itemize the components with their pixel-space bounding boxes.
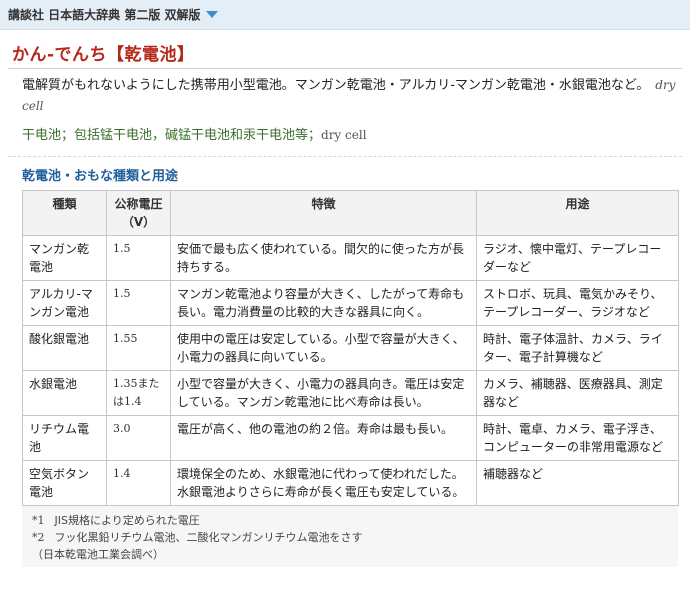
note-1-mark: *1	[32, 514, 45, 527]
definition-text: 電解質がもれないようにした携帯用小型電池。マンガン乾電池・アルカリ-マンガン乾電…	[22, 78, 650, 93]
cell-uses: ラジオ、懐中電灯、テープレコーダーなど	[476, 235, 679, 281]
cell-features: 電圧が高く、他の電池の約２倍。寿命は最も長い。	[170, 415, 477, 461]
section-title: 乾電池・おもな種類と用途	[22, 169, 179, 184]
cell-uses: カメラ、補聴器、医療器具、測定器など	[476, 370, 679, 416]
table-row: アルカリ-マンガン電池 1.5 マンガン乾電池より容量が大きく、したがって寿命も…	[22, 280, 679, 326]
header-type: 種類	[22, 190, 107, 236]
cell-voltage: 1.5	[106, 280, 171, 326]
dictionary-header: 講談社 日本語大辞典 第二版 双解版	[0, 0, 690, 30]
cell-voltage: 1.4	[106, 460, 171, 506]
cell-type: 空気ボタン電池	[22, 460, 107, 506]
cell-features: マンガン乾電池より容量が大きく、したがって寿命も長い。電力消費量の比較的大きな器…	[170, 280, 477, 326]
cell-features: 使用中の電圧は安定している。小型で容量が大きく、小電力の器具に向いている。	[170, 325, 477, 371]
note-2: *2 フッ化黒鉛リチウム電池、二酸化マンガンリチウム電池をさす	[32, 529, 678, 546]
table-header-row: 種類 公称電圧（V） 特徴 用途	[22, 190, 679, 236]
table-row: 酸化銀電池 1.55 使用中の電圧は安定している。小型で容量が大きく、小電力の器…	[22, 325, 679, 371]
chinese-english: dry cell	[321, 128, 367, 142]
section-divider	[8, 156, 682, 157]
cell-voltage: 1.35または1.4	[106, 370, 171, 416]
note-source: （日本乾電池工業会調べ）	[32, 548, 164, 561]
cell-features: 小型で容量が大きく、小電力の器具向き。電圧は安定している。マンガン乾電池に比べ寿…	[170, 370, 477, 416]
cell-uses: 時計、電卓、カメラ、電子浮き、コンピューターの非常用電源など	[476, 415, 679, 461]
table-row: リチウム電池 3.0 電圧が高く、他の電池の約２倍。寿命は最も長い。 時計、電卓…	[22, 415, 679, 461]
chinese-text: 干电池；包括锰干电池，碱锰干电池和汞干电池等；	[22, 128, 322, 143]
header-uses: 用途	[476, 190, 679, 236]
divider	[8, 68, 682, 69]
table-notes: *1 JIS規格により定められた電圧 *2 フッ化黒鉛リチウム電池、二酸化マンガンリ…	[22, 506, 678, 567]
cell-features: 環境保全のため、水銀電池に代わって使われだした。水銀電池よりさらに寿命が長く電圧…	[170, 460, 477, 506]
cell-uses: 補聴器など	[476, 460, 679, 506]
table-row: 空気ボタン電池 1.4 環境保全のため、水銀電池に代わって使われだした。水銀電池…	[22, 460, 679, 506]
cell-uses: ストロボ、玩具、電気かみそり、テープレコーダー、ラジオなど	[476, 280, 679, 326]
cell-voltage: 1.5	[106, 235, 171, 281]
cell-type: アルカリ-マンガン電池	[22, 280, 107, 326]
cell-type: 酸化銀電池	[22, 325, 107, 371]
table-row: マンガン乾電池 1.5 安価で最も広く使われている。間欠的に使った方が長持ちする…	[22, 235, 679, 281]
cell-voltage: 1.55	[106, 325, 171, 371]
chinese-definition: 干电池；包括锰干电池，碱锰干电池和汞干电池等；dry cell	[22, 125, 676, 146]
entry-headword: かん-でんち【乾電池】	[12, 45, 195, 65]
dictionary-name: 講談社 日本語大辞典 第二版 双解版	[8, 8, 201, 22]
table-row: 水銀電池 1.35または1.4 小型で容量が大きく、小電力の器具向き。電圧は安定…	[22, 370, 679, 416]
cell-type: リチウム電池	[22, 415, 107, 461]
note-2-text: フッ化黒鉛リチウム電池、二酸化マンガンリチウム電池をさす	[54, 531, 363, 544]
header-voltage: 公称電圧（V）	[106, 190, 171, 236]
japanese-definition: 電解質がもれないようにした携帯用小型電池。マンガン乾電池・アルカリ-マンガン乾電…	[22, 75, 676, 117]
chevron-down-icon[interactable]	[205, 11, 218, 18]
cell-voltage: 3.0	[106, 415, 171, 461]
note-1: *1 JIS規格により定められた電圧	[32, 512, 678, 529]
note-1-text: JIS規格により定められた電圧	[54, 514, 200, 527]
header-features: 特徴	[170, 190, 477, 236]
cell-type: マンガン乾電池	[22, 235, 107, 281]
note-2-mark: *2	[32, 531, 45, 544]
cell-uses: 時計、電子体温計、カメラ、ライター、電子計算機など	[476, 325, 679, 371]
cell-features: 安価で最も広く使われている。間欠的に使った方が長持ちする。	[170, 235, 477, 281]
cell-type: 水銀電池	[22, 370, 107, 416]
battery-table: 種類 公称電圧（V） 特徴 用途 マンガン乾電池 1.5 安価で最も広く使われて…	[22, 190, 679, 506]
